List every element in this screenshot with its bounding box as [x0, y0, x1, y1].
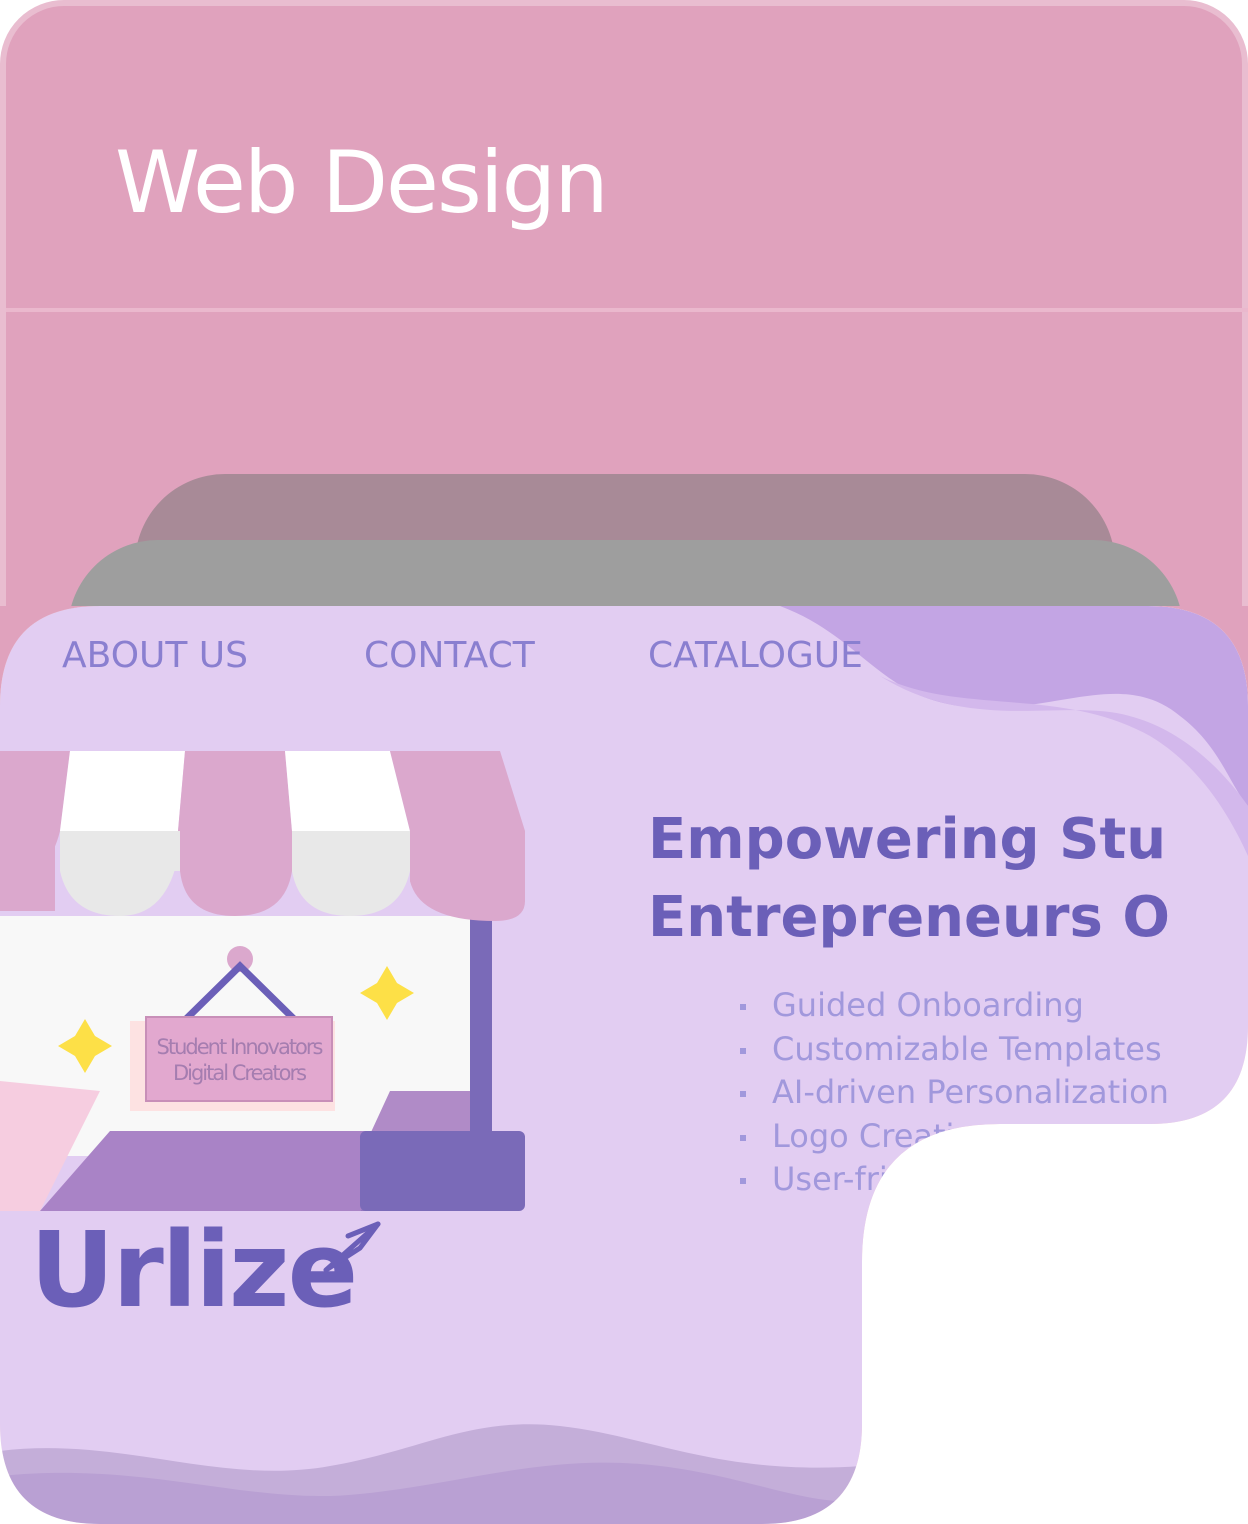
title-divider — [6, 308, 1248, 312]
hero-heading-line-1: Empowering Stu — [648, 807, 1167, 872]
feature-label: Customizable Templates — [772, 1029, 1162, 1068]
feature-item: AI-driven Personalization — [740, 1071, 1169, 1115]
feature-label: Logo Creatio — [772, 1116, 975, 1155]
feature-item: Logo Creatio — [740, 1115, 1169, 1159]
hero-heading-line-2: Entrepreneurs O — [648, 885, 1170, 950]
storefront-sign: Student Innovators Digital Creators — [148, 1034, 330, 1086]
website-preview[interactable]: ABOUT US CONTACT CATALOGUE Student Innov… — [0, 606, 1248, 1524]
nav-about-us[interactable]: ABOUT US — [62, 638, 248, 674]
nav-catalogue[interactable]: CATALOGUE — [648, 638, 863, 674]
feature-label: User-frie — [772, 1160, 908, 1198]
paper-plane-icon — [323, 1221, 381, 1273]
feature-item: Customizable Templates — [740, 1028, 1169, 1072]
card-title: Web Design — [115, 133, 609, 233]
sign-line-1: Student Innovators — [156, 1035, 324, 1059]
feature-item: Guided Onboarding — [740, 984, 1169, 1028]
feature-item: User-frie — [740, 1158, 1169, 1202]
feature-label: AI-driven Personalization — [772, 1073, 1169, 1111]
sign-line-2: Digital Creators — [172, 1061, 307, 1085]
bullet-icon — [740, 1091, 746, 1097]
web-design-card: Web Design ABOUT US CONTACT CATALOGUE St… — [0, 0, 1248, 1524]
brand-logo[interactable]: Urlize — [30, 1218, 358, 1322]
hero-heading: Empowering Stu Entrepreneurs O — [648, 801, 1170, 957]
storefront-illustration — [0, 751, 525, 1211]
bullet-icon — [740, 1047, 746, 1054]
feature-label: Guided Onboarding — [772, 986, 1084, 1024]
bullet-icon — [740, 1004, 746, 1010]
nav-contact[interactable]: CONTACT — [364, 638, 535, 674]
feature-list: Guided Onboarding Customizable Templates… — [740, 984, 1169, 1202]
bullet-icon — [740, 1178, 746, 1184]
bullet-icon — [740, 1134, 746, 1141]
